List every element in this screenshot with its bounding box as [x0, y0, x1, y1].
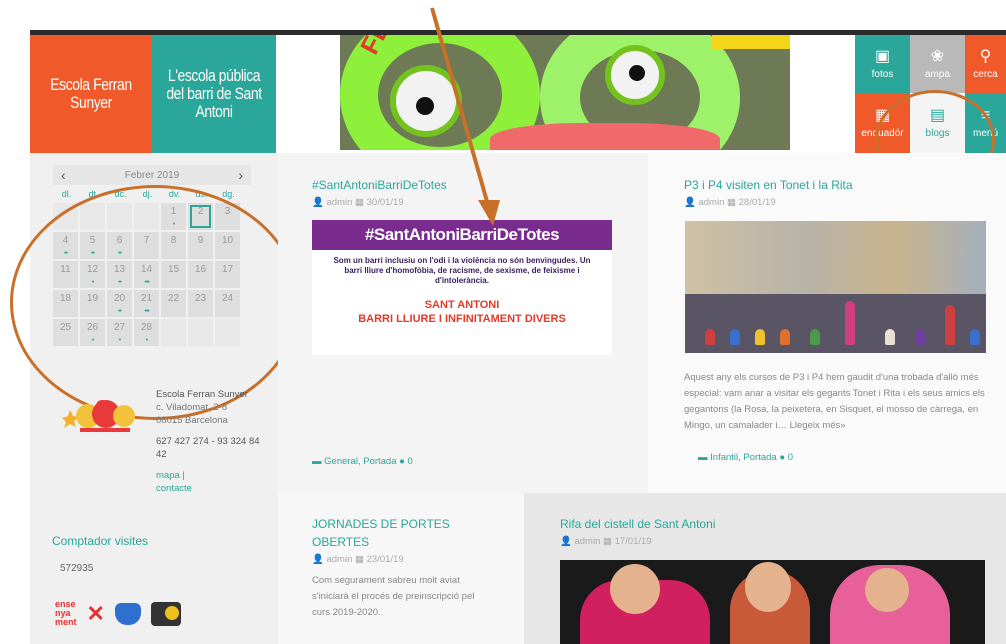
post-featured-image[interactable]: #SantAntoniBarriDeTotes Som un barri inc…: [312, 220, 612, 355]
photo-icon: ▣: [874, 47, 891, 65]
tile-ampa-label: ampa: [924, 68, 950, 80]
post-title[interactable]: #SantAntoniBarriDeTotes: [312, 178, 447, 192]
post-date: 30/01/19: [366, 197, 404, 208]
school-tagline-link[interactable]: L'escola pública del barri de Sant Anton…: [152, 35, 276, 153]
comment-count[interactable]: 0: [408, 456, 413, 467]
contact-address-line1: c. Viladomat, 2-8: [156, 402, 228, 413]
post-author[interactable]: admin: [698, 197, 724, 208]
ampa-icon: ❀: [930, 47, 945, 65]
header-banner-image: FERRAN: [340, 35, 790, 150]
partner-logos: ense nya ment ✕: [55, 600, 181, 627]
post-meta: 👤 admin ▦ 17/01/19: [560, 536, 715, 547]
partner-logo[interactable]: [150, 601, 181, 626]
calendar-weekday: dl.: [61, 189, 72, 199]
link-separator: |: [182, 470, 185, 481]
eye-shape: [390, 65, 462, 137]
post-author[interactable]: admin: [326, 197, 352, 208]
category-links[interactable]: General, Portada: [324, 456, 396, 467]
calendar-icon: ▦: [603, 536, 612, 547]
calendar-next-button[interactable]: ›: [238, 167, 243, 183]
promo-line2: BARRI LLIURE I INFINITAMENT DIVERS: [358, 313, 566, 325]
school-tagline: L'escola pública del barri de Sant Anton…: [166, 66, 262, 121]
contact-link[interactable]: contacte: [156, 483, 192, 494]
user-icon: 👤: [312, 197, 324, 208]
post-title[interactable]: JORNADES DE PORTES OBERTES: [312, 517, 450, 549]
user-icon: 👤: [312, 554, 324, 565]
tile-fotos-label: fotos: [871, 68, 894, 80]
comment-icon: ●: [399, 456, 405, 467]
post-author[interactable]: admin: [574, 536, 600, 547]
ensenyament-logo[interactable]: ense nya ment: [55, 600, 77, 627]
post-meta: 👤 admin ▦ 28/01/19: [684, 197, 853, 208]
post-categories: ▬ Infantil, Portada ● 0: [698, 452, 793, 463]
promo-line1: SANT ANTONI: [424, 299, 500, 311]
tile-cerca[interactable]: ⚲ cerca: [965, 35, 1006, 93]
post-photo-children[interactable]: [560, 560, 985, 644]
school-logo-link[interactable]: Escola Ferran Sunyer: [30, 35, 152, 153]
cross-logo[interactable]: ✕: [87, 601, 105, 627]
search-icon: ⚲: [979, 47, 992, 65]
calendar-month: Febrer 2019: [124, 169, 180, 181]
contact-address-line2: 08015 Barcelona: [156, 415, 228, 426]
post-photo-giants[interactable]: [685, 221, 986, 353]
school-mascot-image: [62, 400, 135, 432]
folder-icon: ▬: [698, 452, 708, 463]
post-categories: ▬ General, Portada ● 0: [312, 456, 413, 467]
map-link[interactable]: mapa: [156, 470, 180, 481]
post-meta: 👤 admin ▦ 23/01/19: [312, 554, 492, 565]
tile-cerca-label: cerca: [973, 68, 998, 80]
promo-statement: Som un barri inclusiu on l'odi i la viol…: [333, 256, 591, 285]
user-icon: 👤: [684, 197, 696, 208]
calendar-prev-button[interactable]: ‹: [61, 167, 66, 183]
shield-logo[interactable]: [114, 602, 141, 625]
eye-shape: [605, 45, 665, 105]
post-author[interactable]: admin: [326, 554, 352, 565]
post-date: 23/01/19: [366, 554, 404, 565]
post-date: 17/01/19: [614, 536, 652, 547]
calendar-header: ‹ Febrer 2019 ›: [53, 165, 251, 185]
calendar-icon: ▦: [355, 554, 364, 565]
school-name: Escola Ferran Sunyer: [50, 75, 132, 112]
comment-count[interactable]: 0: [788, 452, 793, 463]
post-card-portes-obertes: JORNADES DE PORTES OBERTES 👤 admin ▦ 23/…: [278, 493, 524, 644]
calendar-icon: ▦: [355, 197, 364, 208]
contact-school-name: Escola Ferran Sunyer: [156, 389, 248, 400]
user-icon: 👤: [560, 536, 572, 547]
post-date: 28/01/19: [738, 197, 776, 208]
folder-icon: ▬: [312, 456, 322, 467]
contact-phones: 627 427 274 - 93 324 84 42: [156, 436, 260, 460]
category-links[interactable]: Infantil, Portada: [710, 452, 777, 463]
annotation-circle-calendar: [10, 185, 300, 420]
post-excerpt: Aquest any els cursos de P3 i P4 hem gau…: [684, 372, 985, 431]
visits-counter-value: 572935: [60, 563, 94, 574]
post-title[interactable]: Rifa del cistell de Sant Antoni: [560, 517, 715, 531]
comment-icon: ●: [779, 452, 786, 463]
post-title[interactable]: P3 i P4 visiten en Tonet i la Rita: [684, 178, 853, 192]
post-excerpt: Com segurament sabreu molt aviat s'inici…: [312, 575, 475, 618]
visits-counter-title: Comptador visites: [52, 534, 149, 548]
post-meta: 👤 admin ▦ 30/01/19: [312, 197, 447, 208]
tile-fotos[interactable]: ▣ fotos: [855, 35, 910, 93]
calendar-icon: ▦: [727, 197, 736, 208]
promo-hashtag: #SantAntoniBarriDeTotes: [312, 220, 612, 250]
tile-ampa[interactable]: ❀ ampa: [910, 35, 965, 93]
